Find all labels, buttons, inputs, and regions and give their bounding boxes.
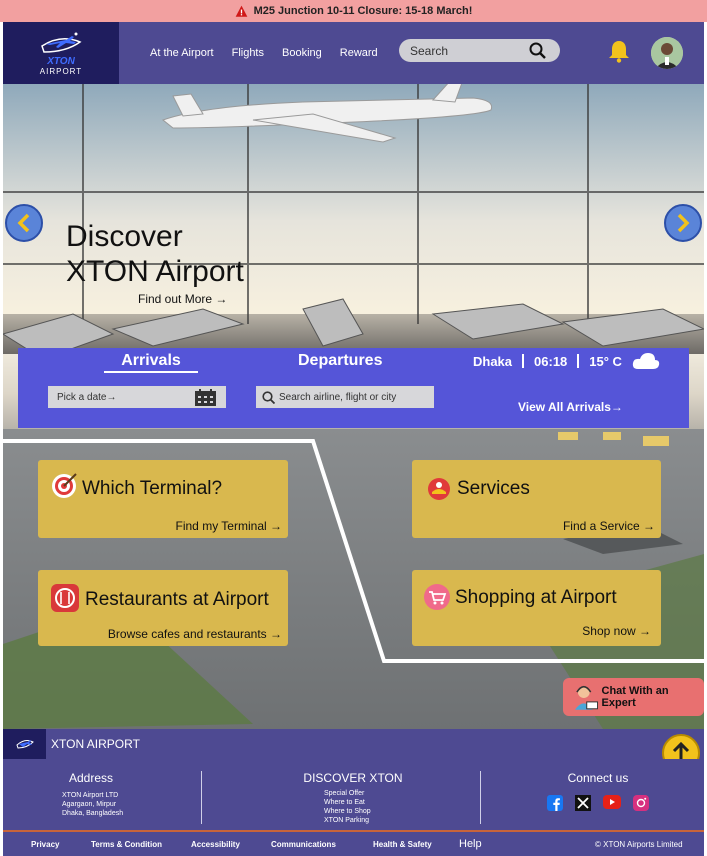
view-all-arrivals-link[interactable]: View All Arrivals→ (518, 400, 623, 414)
site-footer: Address XTON Airport LTD Agargaon, Mirpu… (3, 759, 704, 830)
footer-brand-bar: XTON AIRPORT (3, 729, 704, 759)
card-title: Shopping at Airport (455, 587, 617, 608)
logo-subtitle: AIRPORT (39, 67, 83, 76)
chevron-right-icon (677, 213, 690, 233)
search-input[interactable]: Search (399, 39, 560, 62)
date-picker-input[interactable]: Pick a date→ (48, 386, 226, 408)
divider (577, 354, 580, 368)
card-link[interactable]: Shop now → (582, 624, 651, 638)
site-header: XTON AIRPORT At the Airport Flights Book… (3, 22, 704, 84)
youtube-icon[interactable] (603, 795, 621, 809)
support-agent-icon (574, 685, 599, 710)
user-avatar[interactable] (651, 37, 683, 69)
flight-search-input[interactable]: Search airline, flight or city (256, 386, 434, 408)
site-logo[interactable]: XTON AIRPORT (3, 22, 119, 84)
footer-link-communications[interactable]: Communications (271, 840, 336, 849)
chat-with-expert-button[interactable]: Chat With an Expert (563, 678, 704, 716)
card-link[interactable]: Find my Terminal → (176, 519, 282, 533)
footer-address-title: Address (68, 771, 114, 785)
local-time: 06:18 (534, 353, 568, 369)
address-line: XTON Airport LTD (62, 792, 119, 799)
footer-link-privacy[interactable]: Privacy (31, 840, 59, 849)
footer-link-where-to-shop[interactable]: Where to Shop (324, 807, 413, 816)
airplane-logo-icon (41, 32, 82, 53)
warning-icon (235, 5, 247, 17)
hero-cta-link[interactable]: Find out More → (138, 292, 227, 306)
footer-discover-title: DISCOVER XTON (303, 771, 403, 785)
card-title: Restaurants at Airport (85, 589, 269, 610)
footer-link-terms[interactable]: Terms & Condition (91, 840, 162, 849)
card-restaurants[interactable]: Restaurants at Airport Browse cafes and … (38, 570, 288, 646)
bell-icon[interactable] (608, 39, 630, 63)
airplane-logo-icon (15, 740, 34, 749)
temperature: 15° C (589, 353, 622, 369)
footer-site-name: XTON AIRPORT (51, 737, 140, 751)
shopping-cart-icon (424, 584, 450, 610)
legal-bar: Privacy Terms & Condition Accessibility … (3, 830, 704, 856)
chat-label: Chat With an Expert (601, 685, 669, 709)
alert-text: M25 Junction 10-11 Closure: 15-18 March! (253, 5, 473, 17)
card-title: Which Terminal? (82, 478, 223, 499)
footer-link-special-offer[interactable]: Special Offer (324, 789, 413, 798)
search-placeholder: Search (410, 43, 449, 58)
nav-flights[interactable]: Flights (232, 47, 264, 59)
copyright: © XTON Airports Limited (595, 840, 683, 849)
calendar-icon[interactable] (195, 389, 216, 406)
address-line: Dhaka, Bangladesh (62, 810, 124, 817)
footer-link-where-to-eat[interactable]: Where to Eat (324, 798, 413, 807)
divider (480, 771, 481, 824)
instagram-icon[interactable] (633, 795, 649, 811)
hero-title: Discover XTON Airport (66, 219, 244, 289)
hero-title-line2: XTON Airport (66, 255, 244, 288)
carousel-prev-button[interactable] (5, 204, 43, 242)
weather-info: Dhaka 06:18 15° C (473, 352, 660, 370)
tab-departures[interactable]: Departures (298, 352, 382, 370)
footer-discover-links: Special Offer Where to Eat Where to Shop… (293, 789, 413, 825)
x-twitter-icon[interactable] (575, 795, 591, 811)
search-icon (262, 391, 275, 404)
footer-discover: DISCOVER XTON Special Offer Where to Eat… (293, 771, 413, 825)
search-icon[interactable] (529, 42, 546, 59)
nav-reward[interactable]: Reward (340, 47, 378, 59)
divider (522, 354, 525, 368)
footer-address-lines: XTON Airport LTD Agargaon, Mirpur Dhaka,… (41, 791, 141, 818)
footer-link-accessibility[interactable]: Accessibility (191, 840, 240, 849)
nav-booking[interactable]: Booking (282, 47, 322, 59)
facebook-icon[interactable] (547, 795, 563, 811)
tab-arrivals[interactable]: Arrivals (104, 352, 198, 373)
service-icon (428, 478, 450, 500)
footer-link-parking[interactable]: XTON Parking (324, 816, 413, 825)
nav-at-the-airport[interactable]: At the Airport (150, 47, 214, 59)
divider (201, 771, 202, 824)
footer-address: Address XTON Airport LTD Agargaon, Mirpu… (41, 771, 141, 818)
logo-brand: XTON (47, 56, 75, 67)
hero-title-line1: Discover (66, 220, 183, 253)
restaurant-icon (51, 584, 79, 612)
social-links (543, 795, 653, 811)
cloud-icon (632, 353, 660, 369)
user-avatar-icon (651, 37, 683, 69)
footer-link-help[interactable]: Help (459, 838, 482, 850)
footer-connect-title: Connect us (567, 771, 629, 785)
flight-search-panel: Arrivals Departures Dhaka 06:18 15° C Pi… (18, 348, 689, 428)
main-nav: At the Airport Flights Booking Reward (150, 47, 396, 59)
card-which-terminal[interactable]: Which Terminal? Find my Terminal → (38, 460, 288, 538)
carousel-next-button[interactable] (664, 204, 702, 242)
card-link[interactable]: Browse cafes and restaurants → (108, 627, 282, 641)
card-title: Services (457, 478, 530, 499)
card-services[interactable]: Services Find a Service → (412, 460, 661, 538)
target-icon (52, 473, 77, 498)
card-shopping[interactable]: Shopping at Airport Shop now → (412, 570, 661, 646)
date-placeholder: Pick a date→ (57, 391, 117, 403)
footer-connect: Connect us (543, 771, 653, 811)
footer-logo[interactable] (3, 729, 46, 759)
flight-placeholder: Search airline, flight or city (279, 391, 397, 403)
chevron-left-icon (17, 213, 30, 233)
card-link[interactable]: Find a Service → (563, 519, 655, 533)
weather-city: Dhaka (473, 353, 513, 369)
address-line: Agargaon, Mirpur (62, 801, 117, 808)
alert-banner[interactable]: M25 Junction 10-11 Closure: 15-18 March! (0, 0, 707, 22)
footer-link-health-safety[interactable]: Health & Safety (373, 840, 432, 849)
